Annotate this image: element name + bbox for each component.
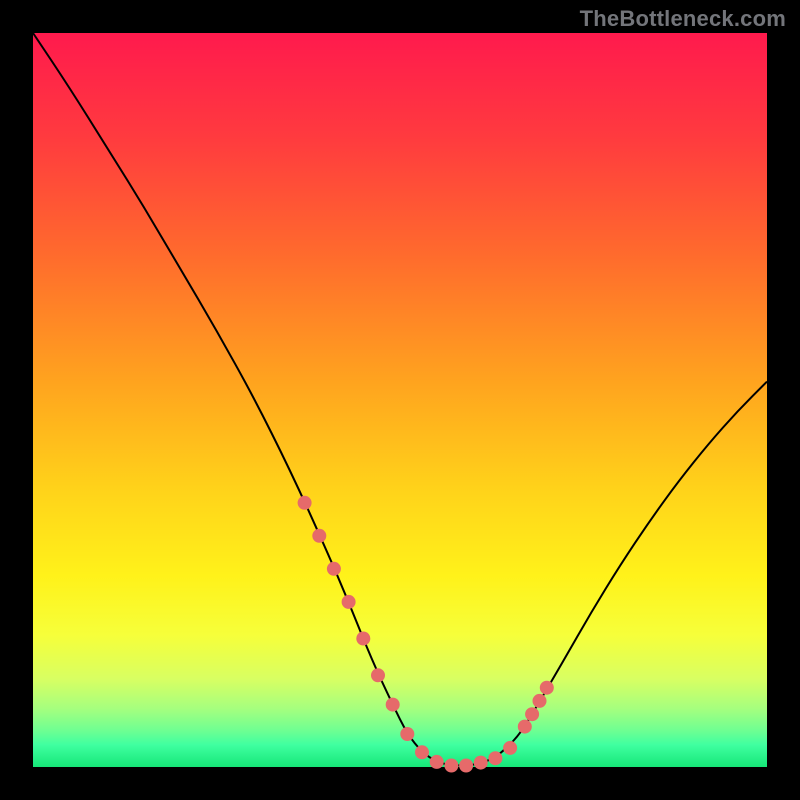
highlight-dot bbox=[371, 668, 385, 682]
highlight-dot bbox=[503, 741, 517, 755]
highlight-dot bbox=[533, 694, 547, 708]
chart-frame: TheBottleneck.com bbox=[0, 0, 800, 800]
chart-svg bbox=[33, 33, 767, 767]
highlight-dot bbox=[342, 595, 356, 609]
highlight-dot bbox=[327, 562, 341, 576]
highlight-dot bbox=[400, 727, 414, 741]
highlight-dot bbox=[386, 698, 400, 712]
highlight-dot bbox=[474, 756, 488, 770]
watermark-text: TheBottleneck.com bbox=[580, 6, 786, 32]
highlight-dot bbox=[430, 755, 444, 769]
highlight-dot bbox=[518, 720, 532, 734]
highlight-dots-group bbox=[298, 496, 554, 773]
highlight-dot bbox=[312, 529, 326, 543]
highlight-dot bbox=[444, 759, 458, 773]
highlight-dot bbox=[488, 751, 502, 765]
highlight-dot bbox=[298, 496, 312, 510]
highlight-dot bbox=[356, 632, 370, 646]
highlight-dot bbox=[415, 745, 429, 759]
bottleneck-curve bbox=[33, 33, 767, 766]
highlight-dot bbox=[525, 707, 539, 721]
highlight-dot bbox=[459, 759, 473, 773]
highlight-dot bbox=[540, 681, 554, 695]
